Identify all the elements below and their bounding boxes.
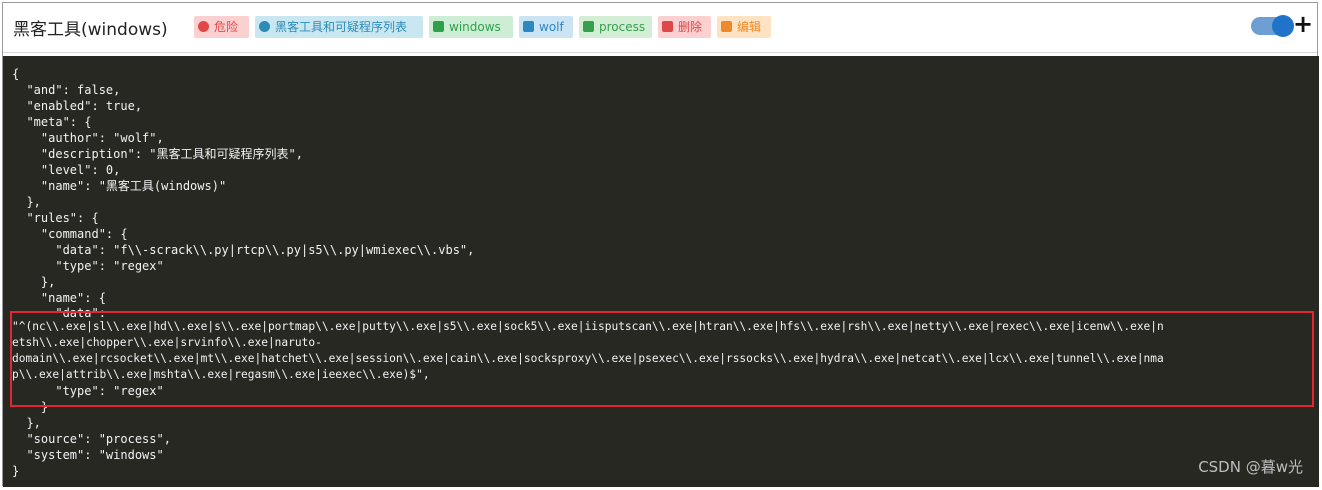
code-line: "and": false,: [12, 83, 121, 97]
code-line: },: [12, 195, 41, 209]
code-line: "level": 0,: [12, 163, 121, 177]
delete-button[interactable]: 删除: [658, 16, 711, 38]
rule-json-viewer[interactable]: { "and": false, "enabled": true, "meta":…: [3, 56, 1319, 487]
tag-description[interactable]: 黑客工具和可疑程序列表: [255, 16, 423, 38]
code-line: domain\\.exe|rcsocket\\.exe|mt\\.exe|hat…: [12, 352, 1164, 365]
tag-wolf[interactable]: wolf: [519, 16, 573, 38]
code-line: "enabled": true,: [12, 99, 143, 113]
bookmark-icon: [583, 21, 594, 32]
pencil-icon: [721, 21, 732, 32]
rule-card: 黑客工具(windows) 危险 黑客工具和可疑程序列表 windows wol…: [2, 2, 1319, 487]
code-line: "name": {: [12, 291, 106, 305]
code-line: {: [12, 67, 20, 81]
code-line: "type": "regex": [12, 384, 164, 398]
code-line: "author": "wolf",: [12, 131, 164, 145]
trash-icon: [662, 21, 673, 32]
edit-square-icon: [523, 21, 534, 32]
code-line: "name": "黑客工具(windows)": [12, 179, 227, 193]
code-line: "type": "regex": [12, 259, 164, 273]
code-line: "system": "windows": [12, 448, 164, 462]
card-header: 黑客工具(windows) 危险 黑客工具和可疑程序列表 windows wol…: [3, 3, 1317, 53]
danger-icon: [198, 21, 209, 32]
add-icon[interactable]: +: [1293, 12, 1313, 36]
code-line: "source": "process",: [12, 432, 171, 446]
monitor-icon: [433, 21, 444, 32]
code-line: p\\.exe|attrib\\.exe|mshta\\.exe|regasm\…: [12, 368, 430, 381]
comment-icon: [259, 21, 270, 32]
code-line: "data": "f\\-scrack\\.py|rtcp\\.py|s5\\.…: [12, 243, 475, 257]
enabled-toggle[interactable]: [1251, 15, 1294, 37]
rule-title: 黑客工具(windows): [13, 20, 168, 40]
edit-button[interactable]: 编辑: [717, 16, 771, 38]
tag-danger[interactable]: 危险: [194, 16, 249, 38]
code-line: }: [12, 464, 20, 478]
tag-process[interactable]: process: [579, 16, 652, 38]
code-line: },: [12, 275, 56, 289]
tag-windows[interactable]: windows: [429, 16, 513, 38]
code-line: "rules": {: [12, 211, 99, 225]
code-line: }: [12, 400, 49, 414]
code-line: "description": "黑客工具和可疑程序列表",: [12, 147, 303, 161]
code-line: "meta": {: [12, 115, 92, 129]
toggle-knob: [1272, 15, 1294, 37]
code-line: "command": {: [12, 227, 128, 241]
code-line: },: [12, 416, 41, 430]
watermark: CSDN @暮w光: [1198, 458, 1303, 476]
code-line: "^(nc\\.exe|sl\\.exe|hd\\.exe|s\\.exe|po…: [12, 320, 1164, 333]
code-line: etsh\\.exe|chopper\\.exe|srvinfo\\.exe|n…: [12, 336, 322, 349]
